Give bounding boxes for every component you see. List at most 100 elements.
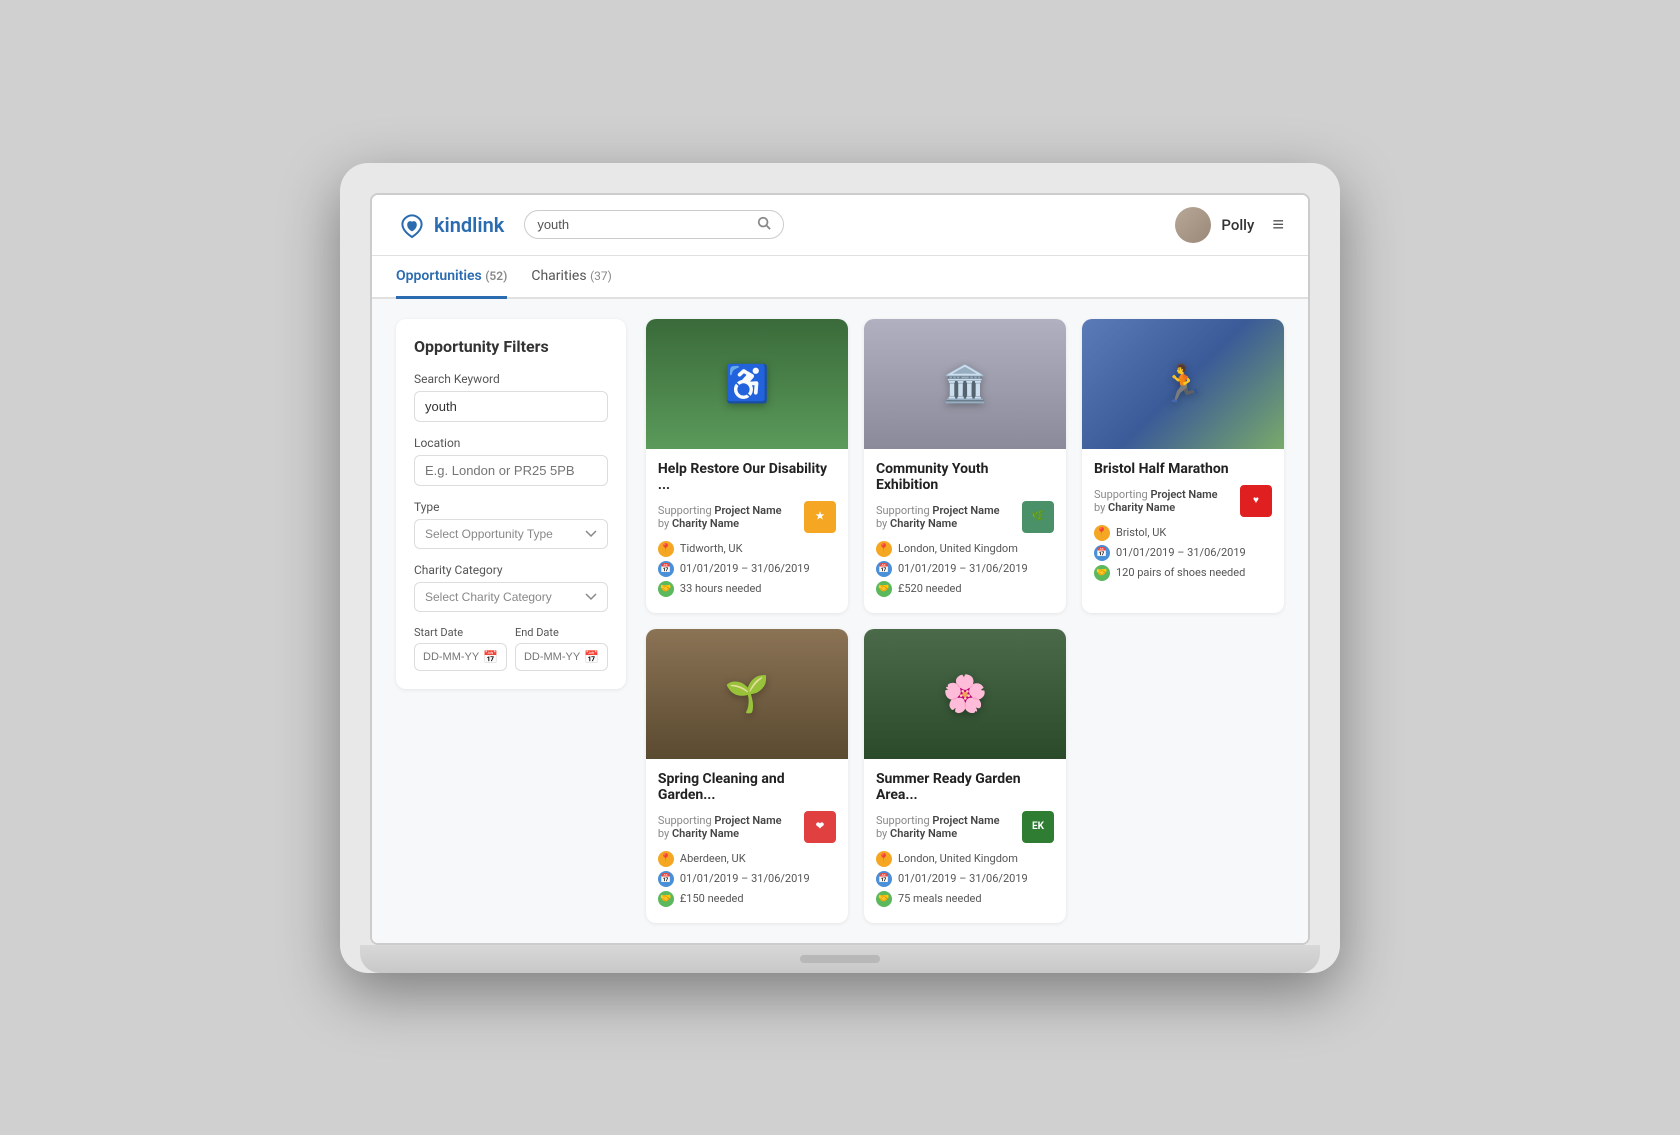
start-date-calendar-icon[interactable]: 📅 (483, 650, 498, 664)
card-charity-text: Supporting Project Nameby Charity Name (876, 814, 1000, 840)
charity-logo: 🌿 (1022, 501, 1054, 533)
card-charity-text: Supporting Project Nameby Charity Name (1094, 488, 1218, 514)
end-date-calendar-icon[interactable]: 📅 (584, 650, 599, 664)
card-body: Bristol Half Marathon Supporting Project… (1082, 449, 1284, 597)
charity-category-select[interactable]: Select Charity Category (414, 582, 608, 612)
start-date-input-wrap: 📅 (414, 643, 507, 671)
charity-logo: ★ (804, 501, 836, 533)
location-icon: 📍 (658, 541, 674, 557)
card-title: Help Restore Our Disability ... (658, 461, 836, 493)
tab-opportunities[interactable]: Opportunities (52) (396, 256, 507, 299)
card-location: 📍 London, United Kingdom (876, 851, 1054, 867)
card-charity-row: Supporting Project Nameby Charity Name E… (876, 811, 1054, 843)
card-charity-text: Supporting Project Nameby Charity Name (658, 814, 782, 840)
card-dates: 📅 01/01/2019 – 31/06/2019 (658, 871, 836, 887)
tab-charities[interactable]: Charities (37) (531, 256, 612, 299)
start-date-label: Start Date (414, 626, 507, 639)
card-dates: 📅 01/01/2019 – 31/06/2019 (876, 561, 1054, 577)
card-title: Summer Ready Garden Area... (876, 771, 1054, 803)
card-charity-row: Supporting Project Nameby Charity Name ★ (658, 501, 836, 533)
filters-panel: Opportunity Filters Search Keyword Locat… (396, 319, 626, 689)
header: kindlink Polly ≡ (372, 195, 1308, 256)
need-icon: 🤝 (658, 891, 674, 907)
charity-logo: ♥ (1240, 485, 1272, 517)
date-icon: 📅 (876, 871, 892, 887)
location-input[interactable] (414, 455, 608, 486)
end-date-input[interactable] (524, 651, 584, 663)
card-title: Bristol Half Marathon (1094, 461, 1272, 477)
nav-tabs: Opportunities (52) Charities (37) (372, 256, 1308, 299)
end-date-input-wrap: 📅 (515, 643, 608, 671)
card-charity-text: Supporting Project Nameby Charity Name (876, 504, 1000, 530)
card-need: 🤝 £520 needed (876, 581, 1054, 597)
card-location: 📍 Bristol, UK (1094, 525, 1272, 541)
location-label: Location (414, 436, 608, 450)
date-icon: 📅 (1094, 545, 1110, 561)
username: Polly (1221, 216, 1254, 234)
location-icon: 📍 (658, 851, 674, 867)
filters-title: Opportunity Filters (414, 337, 608, 356)
card-charity-row: Supporting Project Nameby Charity Name ❤ (658, 811, 836, 843)
charity-category-label: Charity Category (414, 563, 608, 577)
card-card5[interactable]: 🌸 Summer Ready Garden Area... Supporting… (864, 629, 1066, 923)
date-icon: 📅 (658, 871, 674, 887)
keyword-label: Search Keyword (414, 372, 608, 386)
card-image: 🏛️ (864, 319, 1066, 449)
card-dates: 📅 01/01/2019 – 31/06/2019 (658, 561, 836, 577)
card-body: Help Restore Our Disability ... Supporti… (646, 449, 848, 613)
card-location: 📍 Aberdeen, UK (658, 851, 836, 867)
card-image: 🏃 (1082, 319, 1284, 449)
card-charity-text: Supporting Project Nameby Charity Name (658, 504, 782, 530)
search-bar (524, 210, 784, 239)
card-dates: 📅 01/01/2019 – 31/06/2019 (876, 871, 1054, 887)
keyword-input[interactable] (414, 391, 608, 422)
end-date-label: End Date (515, 626, 608, 639)
card-need: 🤝 75 meals needed (876, 891, 1054, 907)
search-input[interactable] (537, 217, 757, 232)
card-title: Community Youth Exhibition (876, 461, 1054, 493)
hamburger-menu[interactable]: ≡ (1272, 212, 1284, 237)
charity-logo: EK (1022, 811, 1054, 843)
card-body: Spring Cleaning and Garden... Supporting… (646, 759, 848, 923)
card-need: 🤝 £150 needed (658, 891, 836, 907)
card-charity-row: Supporting Project Nameby Charity Name ♥ (1094, 485, 1272, 517)
location-icon: 📍 (876, 851, 892, 867)
card-charity-row: Supporting Project Nameby Charity Name 🌿 (876, 501, 1054, 533)
card-image: ♿ (646, 319, 848, 449)
card-card1[interactable]: ♿ Help Restore Our Disability ... Suppor… (646, 319, 848, 613)
date-row: Start Date 📅 End Date 📅 (414, 626, 608, 671)
card-card2[interactable]: 🏛️ Community Youth Exhibition Supporting… (864, 319, 1066, 613)
need-icon: 🤝 (876, 891, 892, 907)
main-content: Opportunity Filters Search Keyword Locat… (372, 299, 1308, 943)
card-body: Summer Ready Garden Area... Supporting P… (864, 759, 1066, 923)
card-card3[interactable]: 🏃 Bristol Half Marathon Supporting Proje… (1082, 319, 1284, 613)
search-button[interactable] (757, 216, 771, 233)
card-body: Community Youth Exhibition Supporting Pr… (864, 449, 1066, 613)
start-date-field: Start Date 📅 (414, 626, 507, 671)
need-icon: 🤝 (1094, 565, 1110, 581)
need-icon: 🤝 (876, 581, 892, 597)
card-card4[interactable]: 🌱 Spring Cleaning and Garden... Supporti… (646, 629, 848, 923)
end-date-field: End Date 📅 (515, 626, 608, 671)
date-icon: 📅 (876, 561, 892, 577)
type-label: Type (414, 500, 608, 514)
card-location: 📍 Tidworth, UK (658, 541, 836, 557)
card-image: 🌸 (864, 629, 1066, 759)
user-area: Polly ≡ (1175, 207, 1284, 243)
charity-logo: ❤ (804, 811, 836, 843)
card-location: 📍 London, United Kingdom (876, 541, 1054, 557)
date-icon: 📅 (658, 561, 674, 577)
card-title: Spring Cleaning and Garden... (658, 771, 836, 803)
location-icon: 📍 (876, 541, 892, 557)
card-need: 🤝 120 pairs of shoes needed (1094, 565, 1272, 581)
avatar (1175, 207, 1211, 243)
start-date-input[interactable] (423, 651, 483, 663)
card-image: 🌱 (646, 629, 848, 759)
cards-grid: ♿ Help Restore Our Disability ... Suppor… (646, 319, 1284, 923)
need-icon: 🤝 (658, 581, 674, 597)
card-dates: 📅 01/01/2019 – 31/06/2019 (1094, 545, 1272, 561)
card-need: 🤝 33 hours needed (658, 581, 836, 597)
logo-text: kindlink (434, 213, 504, 237)
type-select[interactable]: Select Opportunity Type (414, 519, 608, 549)
location-icon: 📍 (1094, 525, 1110, 541)
